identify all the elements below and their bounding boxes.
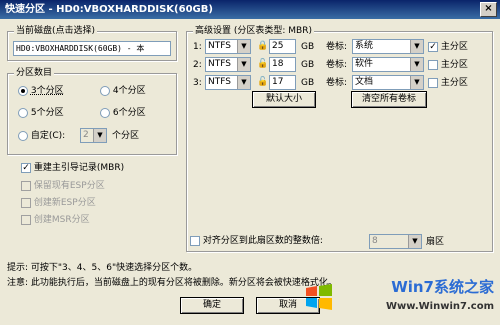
align-sectors-select[interactable]: 8 ▼: [369, 234, 422, 249]
radio-6-partitions[interactable]: 6个分区: [100, 107, 146, 119]
row-1-label-caption: 卷标:: [326, 42, 348, 52]
chevron-down-icon: ▼: [408, 235, 421, 248]
custom-count-select[interactable]: 2 ▼: [80, 128, 107, 143]
check-icon: ✓: [428, 41, 438, 52]
checkbox-icon: [21, 197, 31, 208]
row-2-number: 2:: [193, 60, 202, 70]
advanced-settings-group: 高级设置 (分区表类型: MBR) 1: NTFS ▼ 🔒 25 GB 卷标: …: [186, 26, 493, 252]
chevron-down-icon: ▼: [237, 58, 250, 71]
chevron-down-icon: ▼: [410, 40, 423, 53]
current-disk-field[interactable]: HD0:VBOXHARDDISK(60GB) - 本: [13, 41, 171, 56]
chevron-down-icon: ▼: [93, 129, 106, 142]
radio-3-partitions[interactable]: 3个分区: [18, 85, 64, 97]
window-title: 快速分区 - HD0:VBOXHARDDISK(60GB): [5, 4, 213, 15]
align-sectors-checkbox[interactable]: 对齐分区到此扇区数的整数倍:: [190, 235, 323, 247]
row-1-label-select[interactable]: 系统 ▼: [352, 39, 424, 54]
create-msr-checkbox[interactable]: 创建MSR分区: [21, 214, 90, 226]
row-1-number: 1:: [193, 42, 202, 52]
radio-5-partitions[interactable]: 5个分区: [18, 107, 64, 119]
tip-text: 提示: 可按下"3、4、5、6"快速选择分区个数。: [7, 263, 198, 273]
unlock-icon[interactable]: 🔓: [257, 75, 268, 89]
watermark-url: Www.Winwin7.com: [385, 301, 494, 312]
ok-button[interactable]: 确定: [180, 297, 244, 314]
radio-6-icon: [100, 107, 110, 118]
checkbox-icon: [21, 214, 31, 225]
watermark-brand: Win7系统之家: [391, 278, 494, 296]
partition-count-group: 分区数目 3个分区 4个分区 5个分区 6个分区 自定(C): 2 ▼ 个分区: [7, 68, 177, 155]
checkbox-icon: [21, 180, 31, 191]
custom-count-suffix: 个分区: [112, 131, 140, 141]
row-1-filesystem-select[interactable]: NTFS ▼: [205, 39, 251, 54]
row-3-unit: GB: [301, 78, 315, 88]
radio-custom[interactable]: 自定(C):: [18, 130, 65, 142]
default-size-button[interactable]: 默认大小: [252, 91, 316, 108]
note-text: 注意: 此功能执行后，当前磁盘上的现有分区将被删除。新分区将会被快速格式化。: [7, 278, 337, 288]
watermark: Win7系统之家 Www.Winwin7.com: [304, 276, 494, 321]
close-icon[interactable]: ×: [480, 2, 497, 17]
row-2-filesystem-select[interactable]: NTFS ▼: [205, 57, 251, 72]
row-2-unit: GB: [301, 60, 315, 70]
partition-count-title: 分区数目: [14, 68, 55, 79]
row-2-label-caption: 卷标:: [326, 60, 348, 70]
row-1-primary-checkbox[interactable]: ✓ 主分区: [428, 41, 468, 53]
row-3-filesystem-select[interactable]: NTFS ▼: [205, 75, 251, 90]
row-3-primary-checkbox[interactable]: 主分区: [428, 77, 468, 89]
row-3-size-field[interactable]: 17: [269, 75, 296, 90]
checkbox-icon: [428, 77, 438, 88]
clear-labels-button[interactable]: 清空所有卷标: [351, 91, 427, 108]
create-esp-checkbox[interactable]: 创建新ESP分区: [21, 197, 96, 209]
row-2-label-select[interactable]: 软件 ▼: [352, 57, 424, 72]
chevron-down-icon: ▼: [410, 76, 423, 89]
chevron-down-icon: ▼: [237, 76, 250, 89]
align-unit: 扇区: [426, 237, 445, 247]
lock-icon[interactable]: 🔒: [257, 39, 268, 53]
radio-3-icon: [18, 85, 28, 96]
checkbox-icon: [428, 59, 438, 70]
rebuild-mbr-checkbox[interactable]: ✓ 重建主引导记录(MBR): [21, 162, 124, 174]
row-3-number: 3:: [193, 78, 202, 88]
row-1-unit: GB: [301, 42, 315, 52]
row-1-size-field[interactable]: 25: [269, 39, 296, 54]
row-2-size-field[interactable]: 18: [269, 57, 296, 72]
unlock-icon[interactable]: 🔓: [257, 57, 268, 71]
row-2-primary-checkbox[interactable]: 主分区: [428, 59, 468, 71]
chevron-down-icon: ▼: [237, 40, 250, 53]
radio-5-icon: [18, 107, 28, 118]
chevron-down-icon: ▼: [410, 58, 423, 71]
current-disk-group: 当前磁盘(点击选择) HD0:VBOXHARDDISK(60GB) - 本: [7, 26, 177, 61]
advanced-settings-title: 高级设置 (分区表类型: MBR): [193, 26, 314, 37]
check-icon: ✓: [21, 162, 31, 173]
radio-4-partitions[interactable]: 4个分区: [100, 85, 146, 97]
radio-custom-icon: [18, 130, 28, 141]
keep-esp-checkbox[interactable]: 保留现有ESP分区: [21, 180, 105, 192]
radio-4-icon: [100, 85, 110, 96]
windows-logo-icon: [306, 284, 332, 310]
title-bar: 快速分区 - HD0:VBOXHARDDISK(60GB) ×: [0, 0, 500, 19]
row-3-label-caption: 卷标:: [326, 78, 348, 88]
row-3-label-select[interactable]: 文档 ▼: [352, 75, 424, 90]
checkbox-icon: [190, 235, 200, 246]
current-disk-title: 当前磁盘(点击选择): [14, 26, 98, 37]
